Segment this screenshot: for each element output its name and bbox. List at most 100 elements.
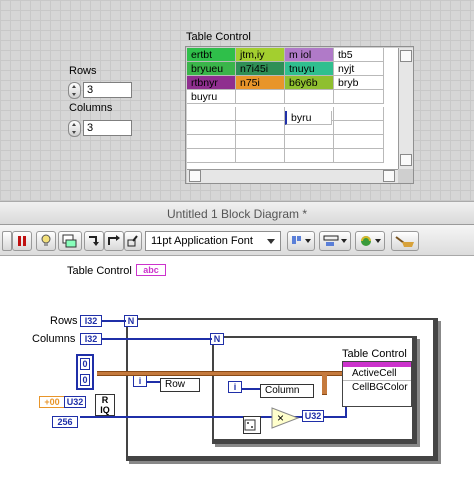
align-objects-button[interactable]: [287, 231, 315, 251]
reorder-button[interactable]: [355, 231, 385, 251]
cluster-constant-0a[interactable]: 0: [80, 358, 90, 370]
inner-loop-count-terminal[interactable]: N: [210, 333, 224, 345]
active-cell-text[interactable]: byru: [285, 111, 332, 125]
pause-button[interactable]: [12, 231, 32, 251]
toolbar: 11pt Application Font: [0, 225, 474, 256]
u32-conversion-2[interactable]: U32: [302, 410, 324, 422]
table-control-label: Table Control: [186, 31, 251, 43]
table-cell[interactable]: [187, 107, 236, 121]
table-cell[interactable]: tnuyu: [285, 62, 334, 76]
table-cell[interactable]: b6y6b: [285, 76, 334, 90]
columns-increment-decrement-icon[interactable]: [68, 119, 81, 137]
cleanup-diagram-button[interactable]: [391, 231, 419, 251]
run-icon[interactable]: [2, 231, 12, 251]
table-cell[interactable]: rtbnyr: [187, 76, 236, 90]
cell-bg-color-property[interactable]: CellBGColor: [343, 381, 411, 394]
align-icon: [292, 236, 311, 244]
scroll-right-box[interactable]: [383, 170, 395, 182]
outer-loop-iteration-terminal[interactable]: i: [133, 375, 147, 387]
chevron-down-icon: [267, 239, 275, 244]
cluster-wire-down: [322, 371, 327, 395]
table-cell[interactable]: jtm,iy: [236, 48, 285, 62]
active-cell-property[interactable]: ActiveCell: [343, 367, 411, 381]
u32-text-1: U32: [66, 397, 84, 407]
rows-control[interactable]: 3: [68, 81, 132, 99]
property-node[interactable]: ActiveCell CellBGColor: [342, 361, 412, 407]
horizontal-scrollbar[interactable]: [187, 169, 398, 183]
rows-input[interactable]: 3: [83, 82, 132, 98]
table-cell[interactable]: [187, 149, 236, 163]
rows-terminal[interactable]: I32: [80, 315, 102, 327]
inner-i-text: i: [233, 382, 237, 392]
plus00-constant[interactable]: +00: [39, 396, 65, 408]
step-into-button[interactable]: [84, 231, 104, 251]
table-cell[interactable]: [285, 149, 334, 163]
table-cell[interactable]: ertbt: [187, 48, 236, 62]
inner-loop-iteration-terminal[interactable]: i: [228, 381, 242, 393]
retain-wire-values-button[interactable]: [58, 231, 82, 251]
table-cell[interactable]: [334, 90, 384, 104]
columns-label: Columns: [69, 102, 113, 114]
step-out-button[interactable]: [124, 231, 142, 251]
table-cell[interactable]: buyru: [187, 90, 236, 104]
table-cell[interactable]: [187, 135, 236, 149]
rows-wire: [102, 320, 126, 322]
table-cell[interactable]: [236, 107, 285, 121]
u32-text-2: U32: [304, 411, 322, 421]
table-cell[interactable]: [285, 90, 334, 104]
table-cell[interactable]: [334, 149, 384, 163]
table-cell[interactable]: bryueu: [187, 62, 236, 76]
random-r-text: R: [101, 395, 109, 405]
table-control-terminal[interactable]: abc: [136, 264, 166, 276]
pause-icon: [18, 236, 26, 246]
columns-terminal[interactable]: I32: [80, 333, 102, 345]
front-panel: Table Control Rows 3 Columns 3 ertbt jtm,…: [0, 0, 474, 201]
table-control-ref-label: Table Control: [67, 265, 132, 277]
distribute-objects-button[interactable]: [319, 231, 351, 251]
table-cell[interactable]: nyjt: [334, 62, 384, 76]
table-cell[interactable]: [236, 149, 285, 163]
table-cell[interactable]: n7i45i: [236, 62, 285, 76]
columns-i32-text: I32: [84, 334, 98, 344]
table-cell[interactable]: tb5: [334, 48, 384, 62]
table-cell[interactable]: [236, 135, 285, 149]
step-over-button[interactable]: [104, 231, 124, 251]
table-cell[interactable]: [236, 90, 285, 104]
table-cell[interactable]: n75i: [236, 76, 285, 90]
table-cell[interactable]: [187, 121, 236, 135]
outer-loop-count-terminal[interactable]: N: [124, 315, 138, 327]
rows-label: Rows: [69, 65, 97, 77]
columns-terminal-label: Columns: [32, 333, 76, 345]
vertical-scrollbar[interactable]: [398, 48, 413, 169]
row-bundle-node[interactable]: Row: [160, 378, 200, 392]
cluster-constant[interactable]: 0 0: [76, 354, 94, 390]
table-cell[interactable]: bryb: [334, 76, 384, 90]
table-cell[interactable]: [236, 121, 285, 135]
table-cell[interactable]: [334, 121, 384, 135]
cluster-constant-0b[interactable]: 0: [80, 374, 90, 386]
scroll-up-box[interactable]: [400, 50, 412, 62]
table-cell[interactable]: [334, 135, 384, 149]
scroll-left-box[interactable]: [189, 170, 201, 182]
column-bundle-node[interactable]: Column: [260, 384, 314, 398]
highlight-execution-button[interactable]: [36, 231, 56, 251]
table-control[interactable]: ertbt jtm,iy m iol tb5 bryueu n7i45i tnuyu nyjt…: [185, 46, 414, 184]
constant-256[interactable]: 256: [52, 416, 78, 428]
table-cell[interactable]: [334, 107, 384, 121]
font-select[interactable]: 11pt Application Font: [145, 231, 281, 251]
columns-input[interactable]: 3: [83, 120, 132, 136]
table-grid[interactable]: ertbt jtm,iy m iol tb5 bryueu n7i45i tnuyu nyjt…: [187, 48, 398, 169]
table-cell[interactable]: [285, 135, 334, 149]
columns-control[interactable]: 3: [68, 119, 132, 137]
table-cell[interactable]: m iol: [285, 48, 334, 62]
rows-increment-decrement-icon[interactable]: [68, 81, 81, 99]
multiply-triangle[interactable]: ×: [270, 406, 300, 430]
random-number-node[interactable]: R IQ: [95, 394, 115, 416]
block-diagram[interactable]: Table Control abc Rows I32 Columns I32 N…: [0, 256, 474, 481]
columns-wire: [102, 338, 212, 340]
random-iq-text: IQ: [100, 405, 110, 415]
u32-conversion[interactable]: U32: [64, 396, 86, 408]
dice-icon[interactable]: [243, 416, 261, 434]
column-label-text: Column: [265, 385, 300, 396]
scroll-down-box[interactable]: [400, 154, 412, 166]
